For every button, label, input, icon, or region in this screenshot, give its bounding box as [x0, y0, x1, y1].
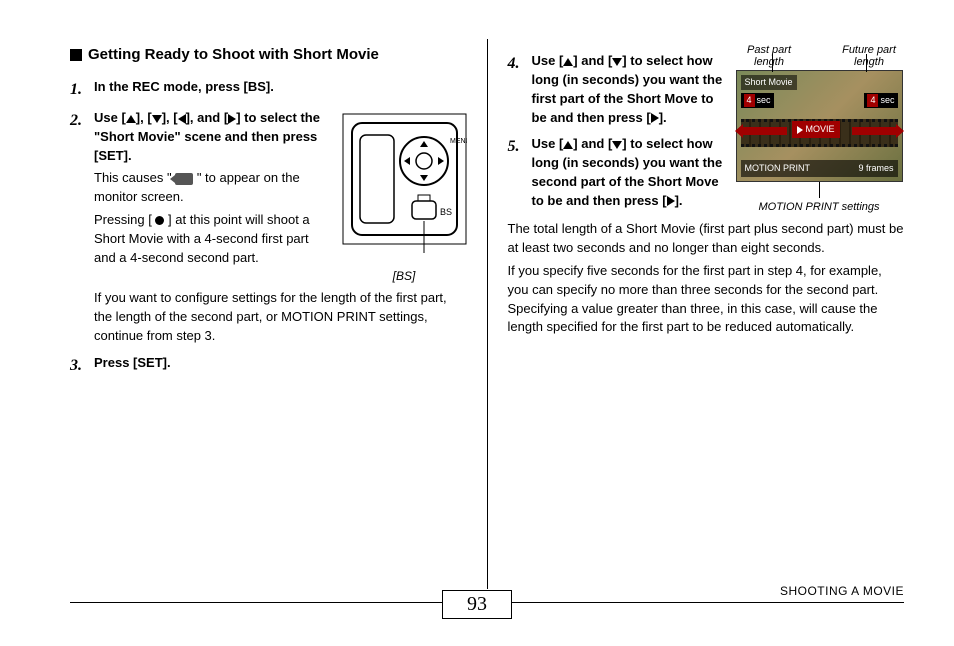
arrow-up-icon: [126, 115, 136, 123]
step-2-instruction: Use [], [], [], and [] to select the "Sh…: [94, 109, 332, 166]
step-3-text: Press [SET].: [94, 354, 467, 377]
arrow-up-icon: [563, 141, 573, 149]
step-number: 3.: [70, 354, 88, 377]
step-2-note-3: If you want to configure settings for th…: [94, 289, 467, 346]
camera-bs-diagram: MENU BS: [342, 113, 467, 258]
step-5-note-1: The total length of a Short Movie (first…: [508, 220, 905, 258]
step-5-note-2: If you specify five seconds for the firs…: [508, 262, 905, 337]
arrow-down-icon: [152, 115, 162, 123]
arrow-right-icon: [667, 196, 675, 206]
motion-print-bar: MOTION PRINT 9 frames: [741, 160, 898, 177]
future-length-badge: 4sec: [864, 93, 897, 108]
label-future-part: Future part length: [834, 44, 904, 68]
short-movie-icon: [175, 173, 193, 185]
step-5-text: Use [] and [] to select how long (in sec…: [532, 135, 727, 210]
pointer-line: [819, 182, 820, 198]
screen-title: Short Movie: [741, 75, 797, 90]
screen-preview-wrap: Past part length Future part length Shor…: [734, 44, 904, 216]
diagram-caption: [BS]: [342, 268, 467, 285]
step-number: 5.: [508, 135, 526, 210]
play-icon: [797, 126, 803, 134]
step-2: 2. Use [], [], [], and [] to select the …: [70, 109, 467, 346]
section-heading: Getting Ready to Shoot with Short Movie: [70, 44, 467, 66]
step-number: 1.: [70, 78, 88, 101]
step-1: 1. In the REC mode, press [BS].: [70, 78, 467, 101]
page-footer: SHOOTING A MOVIE 93: [50, 584, 904, 632]
pointer-line: [866, 54, 867, 72]
heading-text: Getting Ready to Shoot with Short Movie: [88, 44, 379, 66]
step-5: 5. Use [] and [] to select how long (in …: [508, 135, 727, 210]
arrow-down-icon: [612, 141, 622, 149]
square-bullet-icon: [70, 49, 82, 61]
step-number: 4.: [508, 52, 526, 127]
label-past-part: Past part length: [734, 44, 804, 68]
step-1-text: In the REC mode, press [BS].: [94, 78, 467, 101]
arrow-up-icon: [563, 58, 573, 66]
past-length-badge: 4sec: [741, 93, 774, 108]
camera-diagram-wrap: MENU BS [BS]: [342, 109, 467, 285]
pointer-line: [772, 54, 773, 72]
step-3: 3. Press [SET].: [70, 354, 467, 377]
red-arrow-right-icon: [852, 127, 898, 135]
screen-caption: MOTION PRINT settings: [734, 200, 904, 216]
svg-text:BS: BS: [440, 207, 452, 217]
arrow-down-icon: [612, 58, 622, 66]
arrow-right-icon: [651, 113, 659, 123]
step-2-note-2: Pressing [ ] at this point will shoot a …: [94, 211, 332, 268]
step-4: 4. Use [] and [] to select how long (in …: [508, 52, 727, 127]
lcd-screen-preview: Short Movie 4sec 4sec MOVIE MOTION PRINT…: [736, 70, 903, 182]
step-4-text: Use [] and [] to select how long (in sec…: [532, 52, 727, 127]
svg-text:MENU: MENU: [450, 138, 467, 145]
step-number: 2.: [70, 109, 88, 346]
movie-badge: MOVIE: [792, 121, 840, 138]
arrow-right-icon: [228, 114, 236, 124]
red-arrow-left-icon: [741, 127, 787, 135]
step-2-note-1: This causes " " to appear on the monitor…: [94, 169, 332, 207]
footer-section: SHOOTING A MOVIE: [780, 584, 904, 598]
page-number: 93: [442, 590, 512, 619]
arrow-left-icon: [178, 114, 186, 124]
